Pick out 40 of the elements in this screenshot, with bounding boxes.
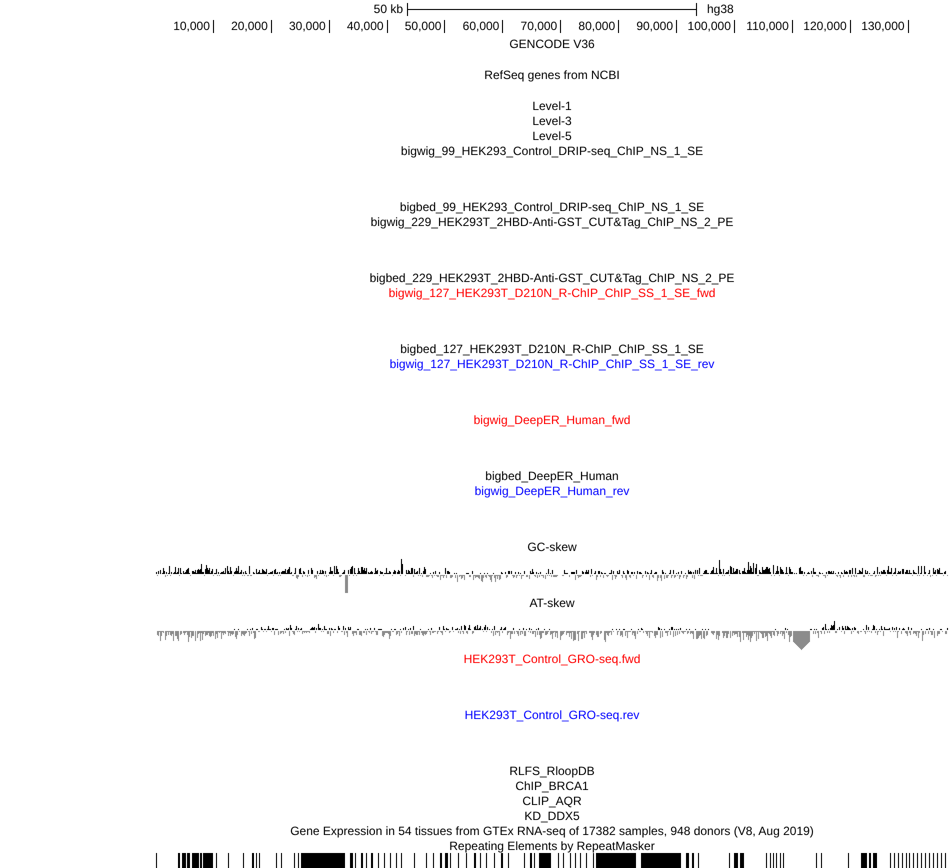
- track-label: bigwig_99_HEK293_Control_DRIP-seq_ChIP_NS_1_SE: [400, 144, 704, 158]
- track-label: bigbed_99_HEK293_Control_DRIP-seq_ChIP_NS_1_SE: [400, 200, 704, 214]
- assembly-label: hg38: [707, 2, 734, 16]
- track-label: KD_DDX5: [524, 808, 580, 822]
- track-label: RefSeq genes from NCBI: [484, 68, 620, 82]
- ruler-tick-label: 120,000: [803, 20, 851, 33]
- track-label: Level-3: [532, 114, 572, 128]
- track-label: bigwig_127_HEK293T_D210N_R-ChIP_ChIP_SS_1_SE_rev: [390, 356, 714, 370]
- track-label: bigwig_DeepER_Human_fwd: [474, 412, 630, 426]
- track-label: CLIP_AQR: [522, 794, 582, 808]
- ruler-tick-label: 100,000: [688, 20, 735, 33]
- ruler-tick-label: 10,000: [173, 20, 214, 33]
- track-label: bigbed_DeepER_Human: [485, 468, 619, 482]
- ruler-tick-label: 80,000: [578, 20, 620, 33]
- track-label: bigwig_127_HEK293T_D210N_R-ChIP_ChIP_SS_1_SE_fwd: [388, 286, 716, 300]
- track-label: Gene Expression in 54 tissues from GTEx RNA-seq of 17382 samples, 948 donors (V8, Aug 2019): [290, 824, 814, 838]
- ruler-tick-label: 40,000: [346, 20, 388, 33]
- track-label: ChIP_BRCA1: [515, 778, 589, 792]
- track-label: HEK293T_Control_GRO-seq.fwd: [464, 652, 640, 666]
- ruler-tick-label: 50,000: [404, 20, 446, 33]
- ruler-tick-label: 20,000: [231, 20, 272, 33]
- track-label: AT-skew: [529, 596, 575, 610]
- scale-label: 50 kb: [374, 2, 403, 16]
- track-label: Level-1: [532, 98, 572, 112]
- track-label: HEK293T_Control_GRO-seq.rev: [464, 708, 640, 722]
- track-label: GENCODE V36: [509, 36, 595, 50]
- ruler-tick-label: 90,000: [636, 20, 678, 33]
- ruler-tick-label: 60,000: [462, 20, 504, 33]
- ruler-tick-label: 70,000: [520, 20, 562, 33]
- ruler-tick-label: 130,000: [861, 20, 909, 33]
- track-label: bigwig_DeepER_Human_rev: [474, 484, 630, 498]
- ruler-tick-label: 30,000: [288, 20, 330, 33]
- track-label: Level-5: [532, 128, 572, 142]
- ruler-tick-label: 110,000: [746, 20, 793, 33]
- track-label: bigbed_127_HEK293T_D210N_R-ChIP_ChIP_SS_1_SE: [400, 342, 704, 356]
- track-label: bigwig_229_HEK293T_2HBD-Anti-GST_CUT&Tag_ChIP_NS_2_PE: [370, 214, 734, 228]
- track-label: GC-skew: [527, 540, 577, 554]
- track-label: RLFS_RloopDB: [509, 764, 595, 778]
- track-label: bigbed_229_HEK293T_2HBD-Anti-GST_CUT&Tag_ChIP_NS_2_PE: [370, 270, 734, 284]
- track-label: Repeating Elements by RepeatMasker: [449, 838, 655, 852]
